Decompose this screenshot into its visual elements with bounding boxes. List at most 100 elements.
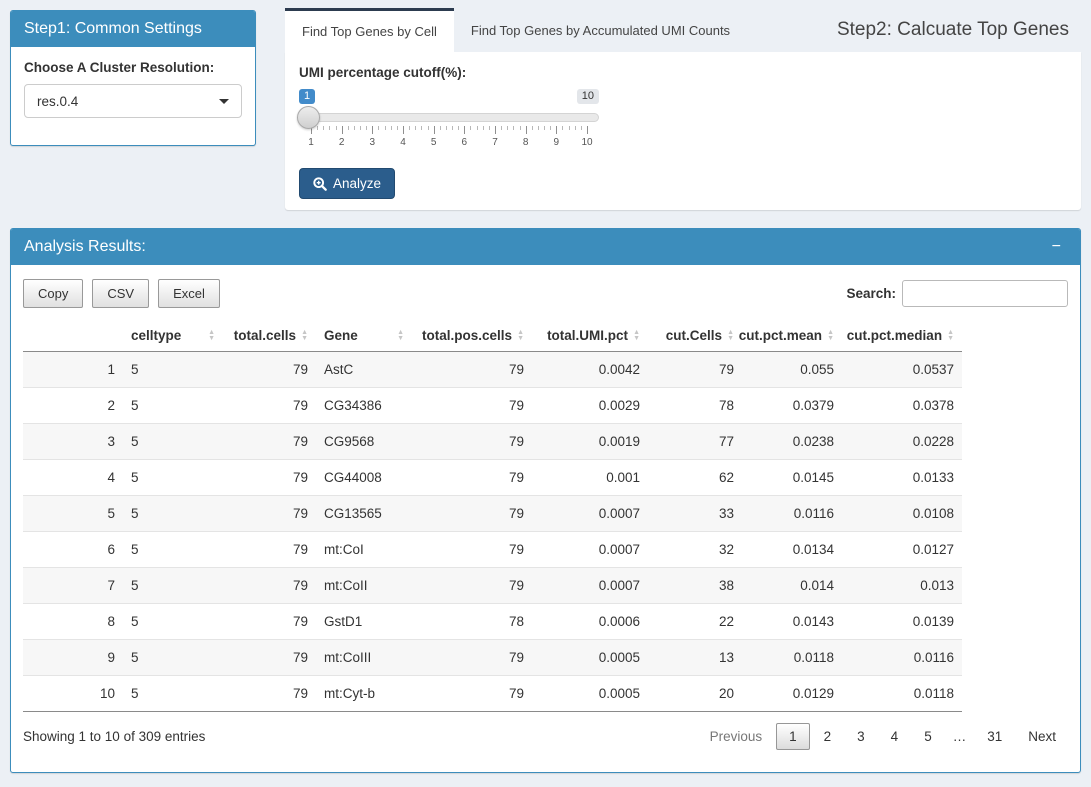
pagination-page-5[interactable]: 5 (912, 724, 944, 749)
slider-tick-minor (489, 126, 490, 130)
collapse-button[interactable]: − (1046, 238, 1067, 256)
pagination-ellipsis: … (946, 724, 974, 749)
table-cell: 0.0007 (532, 568, 648, 604)
pagination: Previous12345…31Next (698, 723, 1068, 750)
table-cell: 0.0129 (742, 676, 842, 712)
slider-tick-minor (581, 126, 582, 130)
slider-tick-label: 3 (370, 137, 376, 148)
pagination-page-31[interactable]: 31 (975, 724, 1014, 749)
slider-tick-minor (446, 126, 447, 130)
table-row[interactable]: 5579CG13565790.0007330.01160.0108 (23, 496, 962, 532)
table-row[interactable]: 6579mt:CoI790.0007320.01340.0127 (23, 532, 962, 568)
pagination-previous[interactable]: Previous (698, 724, 775, 749)
table-row[interactable]: 3579CG9568790.0019770.02380.0228 (23, 424, 962, 460)
table-row[interactable]: 8579GstD1780.0006220.01430.0139 (23, 604, 962, 640)
table-cell: 32 (648, 532, 742, 568)
analysis-results-panel: Analysis Results: − CopyCSVExcel Search:… (10, 228, 1081, 773)
table-cell: 33 (648, 496, 742, 532)
minus-icon: − (1052, 238, 1061, 255)
column-header-celltype[interactable]: celltype ▲▼ (123, 320, 223, 352)
copy-button[interactable]: Copy (23, 279, 83, 308)
pagination-page-4[interactable]: 4 (879, 724, 911, 749)
column-header-total-umi-pct[interactable]: total.UMI.pct▲▼ (532, 320, 648, 352)
table-row[interactable]: 4579CG44008790.001620.01450.0133 (23, 460, 962, 496)
excel-button[interactable]: Excel (158, 279, 220, 308)
tab-find-top-genes-by-cell[interactable]: Find Top Genes by Cell (285, 8, 454, 52)
sort-icon: ▲▼ (517, 330, 524, 342)
tab-find-top-genes-by-accumulated-umi-counts[interactable]: Find Top Genes by Accumulated UMI Counts (454, 8, 747, 52)
table-cell: 78 (648, 388, 742, 424)
column-header-rownames (23, 320, 123, 352)
table-cell: 0.0133 (842, 460, 962, 496)
table-cell: GstD1 (316, 604, 412, 640)
table-info: Showing 1 to 10 of 309 entries (23, 729, 205, 744)
search-input[interactable] (902, 280, 1068, 307)
slider-tick-label: 1 (308, 137, 314, 148)
step1-panel: Step1: Common Settings Choose A Cluster … (10, 10, 256, 146)
slider-tick-minor (544, 126, 545, 130)
column-header-cut-cells[interactable]: cut.Cells▲▼ (648, 320, 742, 352)
column-header-cut-pct-median[interactable]: cut.pct.median▲▼ (842, 320, 962, 352)
slider-tick-major (556, 126, 557, 134)
table-cell: 5 (123, 532, 223, 568)
slider-tick-minor (336, 126, 337, 130)
slider-handle[interactable] (297, 106, 320, 129)
cluster-resolution-label: Choose A Cluster Resolution: (24, 60, 242, 75)
slider-tick-minor (397, 126, 398, 130)
table-row[interactable]: 2579CG34386790.0029780.03790.0378 (23, 388, 962, 424)
slider-tick-minor (409, 126, 410, 130)
slider-tick-minor (507, 126, 508, 130)
sort-icon: ▲▼ (827, 330, 834, 342)
slider-tick-minor (415, 126, 416, 130)
table-cell: 79 (223, 640, 316, 676)
pagination-page-3[interactable]: 3 (845, 724, 877, 749)
table-cell: 79 (223, 352, 316, 388)
column-header-gene[interactable]: Gene▲▼ (316, 320, 412, 352)
table-cell: 5 (123, 496, 223, 532)
table-cell: AstC (316, 352, 412, 388)
umi-cutoff-label: UMI percentage cutoff(%): (299, 65, 1067, 80)
pagination-page-1[interactable]: 1 (776, 723, 810, 750)
slider-grid: 12345678910 (311, 126, 587, 153)
slider-tick-minor (317, 126, 318, 130)
table-cell: 10 (23, 676, 123, 712)
table-row[interactable]: 1579AstC790.0042790.0550.0537 (23, 352, 962, 388)
table-cell: 0.0143 (742, 604, 842, 640)
cluster-resolution-select[interactable]: res.0.4 (24, 84, 242, 118)
pagination-page-2[interactable]: 2 (812, 724, 844, 749)
slider-track[interactable] (299, 113, 599, 122)
column-header-label: celltype (131, 328, 181, 343)
column-header-total-cells[interactable]: total.cells▲▼ (223, 320, 316, 352)
csv-button[interactable]: CSV (92, 279, 149, 308)
table-cell: 2 (23, 388, 123, 424)
table-cell: 0.0007 (532, 496, 648, 532)
slider-tick-major (464, 126, 465, 134)
table-cell: 0.0116 (842, 640, 962, 676)
sort-icon: ▲▼ (208, 330, 215, 342)
slider-tick-minor (550, 126, 551, 130)
table-cell: 0.0029 (532, 388, 648, 424)
slider-tick-minor (385, 126, 386, 130)
table-row[interactable]: 9579mt:CoIII790.0005130.01180.0116 (23, 640, 962, 676)
slider-tick-label: 10 (581, 137, 592, 148)
slider-tick-minor (391, 126, 392, 130)
table-cell: 79 (223, 496, 316, 532)
slider-tick-minor (575, 126, 576, 130)
pagination-next[interactable]: Next (1016, 724, 1068, 749)
table-cell: CG44008 (316, 460, 412, 496)
table-row[interactable]: 10579mt:Cyt-b790.0005200.01290.0118 (23, 676, 962, 712)
table-cell: 79 (223, 460, 316, 496)
step1-title: Step1: Common Settings (24, 20, 202, 38)
sort-icon: ▲▼ (727, 330, 734, 342)
column-header-total-pos-cells[interactable]: total.pos.cells▲▼ (412, 320, 532, 352)
slider-tick-minor (329, 126, 330, 130)
analyze-button[interactable]: Analyze (299, 168, 395, 199)
table-row[interactable]: 7579mt:CoII790.0007380.0140.013 (23, 568, 962, 604)
table-cell: 79 (412, 388, 532, 424)
slider-tick-major (434, 126, 435, 134)
table-cell: 79 (223, 388, 316, 424)
tab-panel-find-top-genes-by-cell: UMI percentage cutoff(%): 1 10 123456789… (285, 52, 1081, 210)
table-cell: 79 (223, 604, 316, 640)
column-header-cut-pct-mean[interactable]: cut.pct.mean▲▼ (742, 320, 842, 352)
table-cell: 79 (412, 640, 532, 676)
